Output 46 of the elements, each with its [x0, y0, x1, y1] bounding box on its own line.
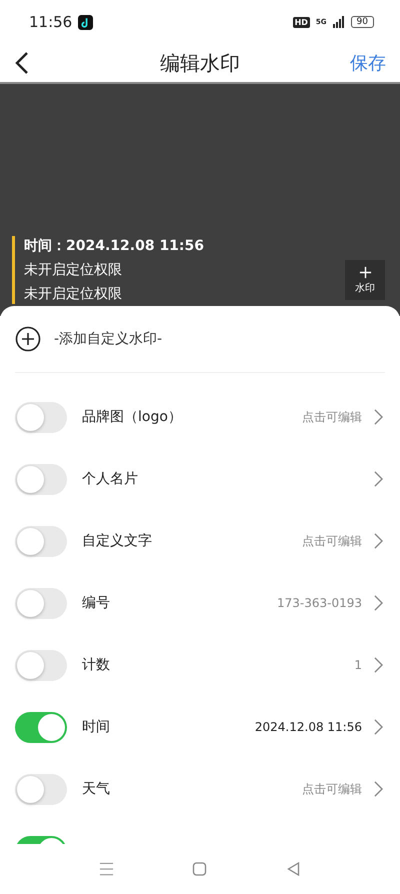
hd-icon: HD — [292, 16, 310, 28]
battery-icon: 90 — [350, 16, 374, 28]
watermark-text: 时间：2024.12.08 11:56 — [24, 237, 204, 256]
chevron-icon[interactable] — [374, 533, 383, 549]
watermark-text: 未开启定位权限 — [24, 285, 123, 304]
home-icon[interactable] — [192, 862, 208, 876]
toggle-switch[interactable] — [15, 464, 67, 494]
plus-icon — [358, 266, 372, 278]
item-value: 2024.12.08 11:56 — [254, 720, 362, 734]
accent-bar — [12, 236, 15, 304]
save-button[interactable]: 保存 — [350, 51, 386, 75]
item-label: 编号 — [82, 594, 110, 612]
item-value: 点击可编辑 — [302, 780, 362, 798]
app-icon — [78, 14, 94, 30]
toggle-switch[interactable] — [15, 588, 67, 618]
chevron-icon[interactable] — [374, 409, 383, 425]
back-nav-icon[interactable] — [286, 862, 301, 876]
page-title: 编辑水印 — [160, 50, 240, 76]
signal-icon — [332, 16, 345, 28]
item-label: 时间 — [82, 718, 110, 736]
toggle-switch[interactable] — [15, 774, 67, 804]
item-value: 1 — [354, 658, 362, 672]
status-time: 11:56 — [29, 13, 72, 31]
toggle-switch[interactable] — [15, 526, 67, 556]
toggle-switch[interactable] — [15, 650, 67, 680]
chevron-icon[interactable] — [374, 595, 383, 611]
add-icon[interactable] — [15, 326, 41, 352]
chevron-icon[interactable] — [374, 471, 383, 487]
chevron-icon[interactable] — [374, 781, 383, 797]
add-watermark-button[interactable]: 水印 — [345, 260, 385, 300]
add-custom-watermark-link[interactable]: -添加自定义水印- — [54, 330, 162, 348]
item-label: 自定义文字 — [82, 532, 152, 550]
menu-icon[interactable] — [99, 862, 114, 876]
item-label: 个人名片 — [82, 470, 138, 488]
item-label: 计数 — [82, 656, 110, 674]
toggle-switch[interactable] — [15, 402, 67, 432]
chevron-icon[interactable] — [374, 657, 383, 673]
item-value: 点击可编辑 — [302, 532, 362, 550]
item-label: 天气 — [82, 780, 110, 798]
chevron-icon[interactable] — [374, 719, 383, 735]
toggle-switch[interactable] — [15, 712, 67, 742]
item-value: 点击可编辑 — [302, 408, 362, 426]
back-icon[interactable] — [14, 51, 30, 75]
item-value: 173-363-0193 — [276, 596, 362, 610]
watermark-text: 未开启定位权限 — [24, 261, 123, 280]
item-label: 品牌图（logo） — [82, 408, 182, 426]
